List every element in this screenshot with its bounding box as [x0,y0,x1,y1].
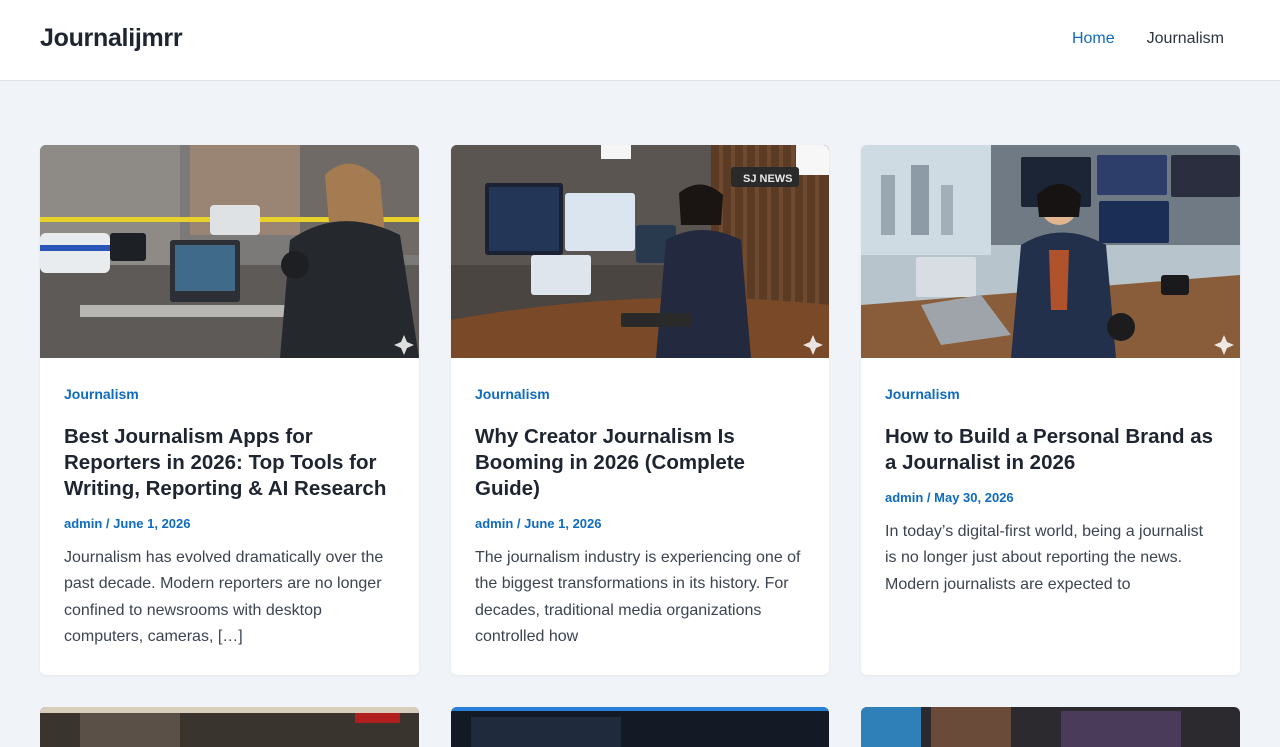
post-date[interactable]: May 30, 2026 [934,490,1014,505]
post-card: SJ NEWS Journalism Why Creator Journalis… [451,145,829,675]
post-card: Journalism How to Build a Personal Brand… [861,145,1240,675]
post-author[interactable]: admin [475,516,513,531]
post-thumbnail[interactable] [861,707,1240,747]
post-thumbnail[interactable] [40,145,419,358]
post-author[interactable]: admin [64,516,102,531]
nav-item-home[interactable]: Home [1056,29,1131,49]
post-author[interactable]: admin [885,490,923,505]
post-title[interactable]: How to Build a Personal Brand as a Journ… [885,424,1216,476]
post-date[interactable]: June 1, 2026 [524,516,601,531]
post-excerpt: Journalism has evolved dramatically over… [64,549,384,645]
post-card: Journalism Best Journalism Apps for Repo… [40,145,419,675]
post-category[interactable]: Journalism [885,386,1216,402]
post-category[interactable]: Journalism [64,386,395,402]
site-title[interactable]: Journalijmrr [40,24,183,53]
post-category[interactable]: Journalism [475,386,805,402]
post-card-partial[interactable] [861,707,1240,747]
post-date[interactable]: June 1, 2026 [113,516,190,531]
post-meta: admin / June 1, 2026 [475,516,805,532]
nav-item-journalism[interactable]: Journalism [1131,29,1240,49]
post-thumbnail[interactable] [40,707,419,747]
sj-news-sign: SJ NEWS [743,173,793,185]
post-thumbnail[interactable] [451,707,829,747]
site-header: Journalijmrr Home Journalism [0,0,1280,81]
post-meta: admin / June 1, 2026 [64,516,395,532]
post-thumbnail[interactable]: SJ NEWS [451,145,829,358]
post-excerpt: The journalism industry is experiencing … [475,549,801,645]
post-title[interactable]: Why Creator Journalism Is Booming in 202… [475,424,805,502]
post-excerpt: In today’s digital-first world, being a … [885,523,1204,593]
post-thumbnail[interactable] [861,145,1240,358]
main-nav: Home Journalism [1056,29,1240,49]
post-meta: admin / May 30, 2026 [885,490,1216,506]
post-title[interactable]: Best Journalism Apps for Reporters in 20… [64,424,395,502]
post-card-partial[interactable] [451,707,829,747]
post-card-partial[interactable] [40,707,419,747]
